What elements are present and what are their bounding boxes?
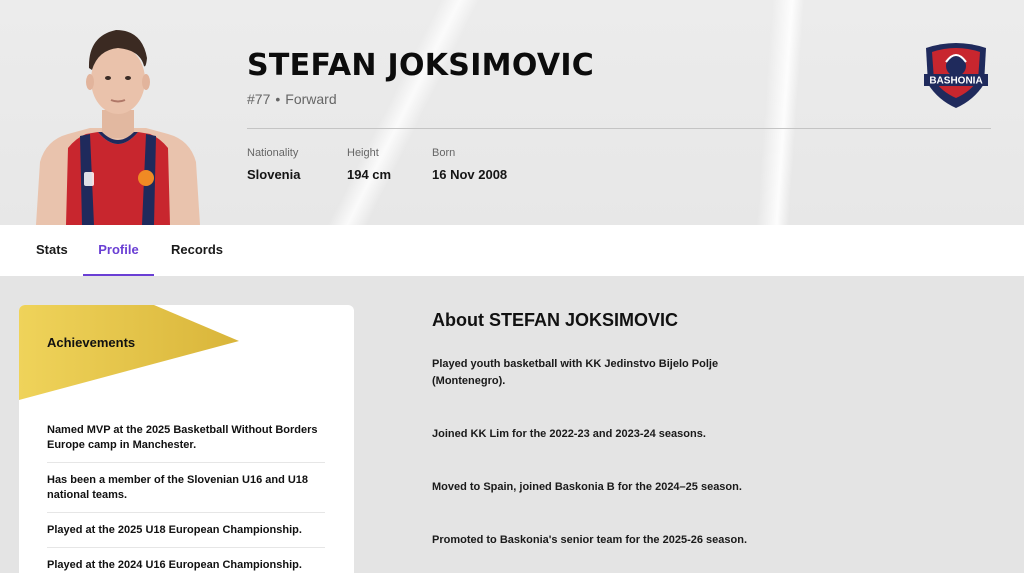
stat-value: Slovenia bbox=[247, 167, 301, 182]
achievement-item: Played at the 2024 U16 European Champion… bbox=[47, 558, 325, 573]
stat-height: Height 194 cm bbox=[347, 147, 391, 182]
achievements-banner bbox=[19, 305, 239, 400]
player-photo bbox=[36, 30, 200, 225]
stat-label: Height bbox=[347, 147, 379, 159]
header-divider bbox=[247, 128, 991, 129]
bashonia-crest-icon[interactable]: BASHONIA bbox=[920, 40, 992, 110]
achievements-list: Named MVP at the 2025 Basketball Without… bbox=[47, 423, 325, 573]
achievement-item: Played at the 2025 U18 European Champion… bbox=[47, 523, 325, 548]
about-paragraph: Played youth basketball with KK Jedinstv… bbox=[432, 358, 719, 387]
about-title: About STEFAN JOKSIMOVIC bbox=[432, 310, 679, 330]
background-streak bbox=[730, 0, 830, 225]
player-header: STEFAN JOKSIMOVIC #77 • Forward Nationalit… bbox=[0, 0, 1024, 225]
about-paragraph: Joined KK Lim for the 2022-23 and 2023-2… bbox=[432, 428, 706, 440]
stat-value: 16 Nov 2008 bbox=[432, 167, 508, 182]
player-number-position: #77 • Forward bbox=[247, 91, 337, 107]
tab-stats[interactable]: Stats bbox=[36, 225, 68, 276]
player-position: Forward bbox=[285, 91, 337, 107]
achievement-item: Has been a member of the Slovenian U16 a… bbox=[47, 473, 325, 513]
stat-born: Born 16 Nov 2008 bbox=[432, 147, 507, 182]
background-streak bbox=[278, 0, 522, 225]
stat-value: 194 cm bbox=[347, 167, 392, 182]
achievements-card: Achievements Named MVP at the 2025 Baske… bbox=[19, 305, 354, 573]
tab-profile[interactable]: Profile bbox=[83, 225, 154, 276]
profile-tabs: Stats Profile Records bbox=[0, 225, 1024, 276]
player-name: STEFAN JOKSIMOVIC bbox=[247, 48, 595, 83]
stat-label: Nationality bbox=[247, 147, 299, 159]
club-logo-text: BASHONIA bbox=[929, 76, 982, 87]
about-paragraph: Moved to Spain, joined Baskonia B for th… bbox=[432, 481, 742, 493]
stat-label: Born bbox=[432, 147, 456, 159]
stat-nationality: Nationality Slovenia bbox=[247, 147, 300, 182]
achievement-item: Named MVP at the 2025 Basketball Without… bbox=[47, 423, 325, 463]
achievements-title: Achievements bbox=[47, 335, 136, 350]
player-number: #77 bbox=[247, 91, 271, 107]
separator-dot: • bbox=[275, 91, 281, 107]
about-paragraph: Promoted to Baskonia's senior team for t… bbox=[432, 534, 747, 546]
tab-records[interactable]: Records bbox=[171, 225, 223, 276]
